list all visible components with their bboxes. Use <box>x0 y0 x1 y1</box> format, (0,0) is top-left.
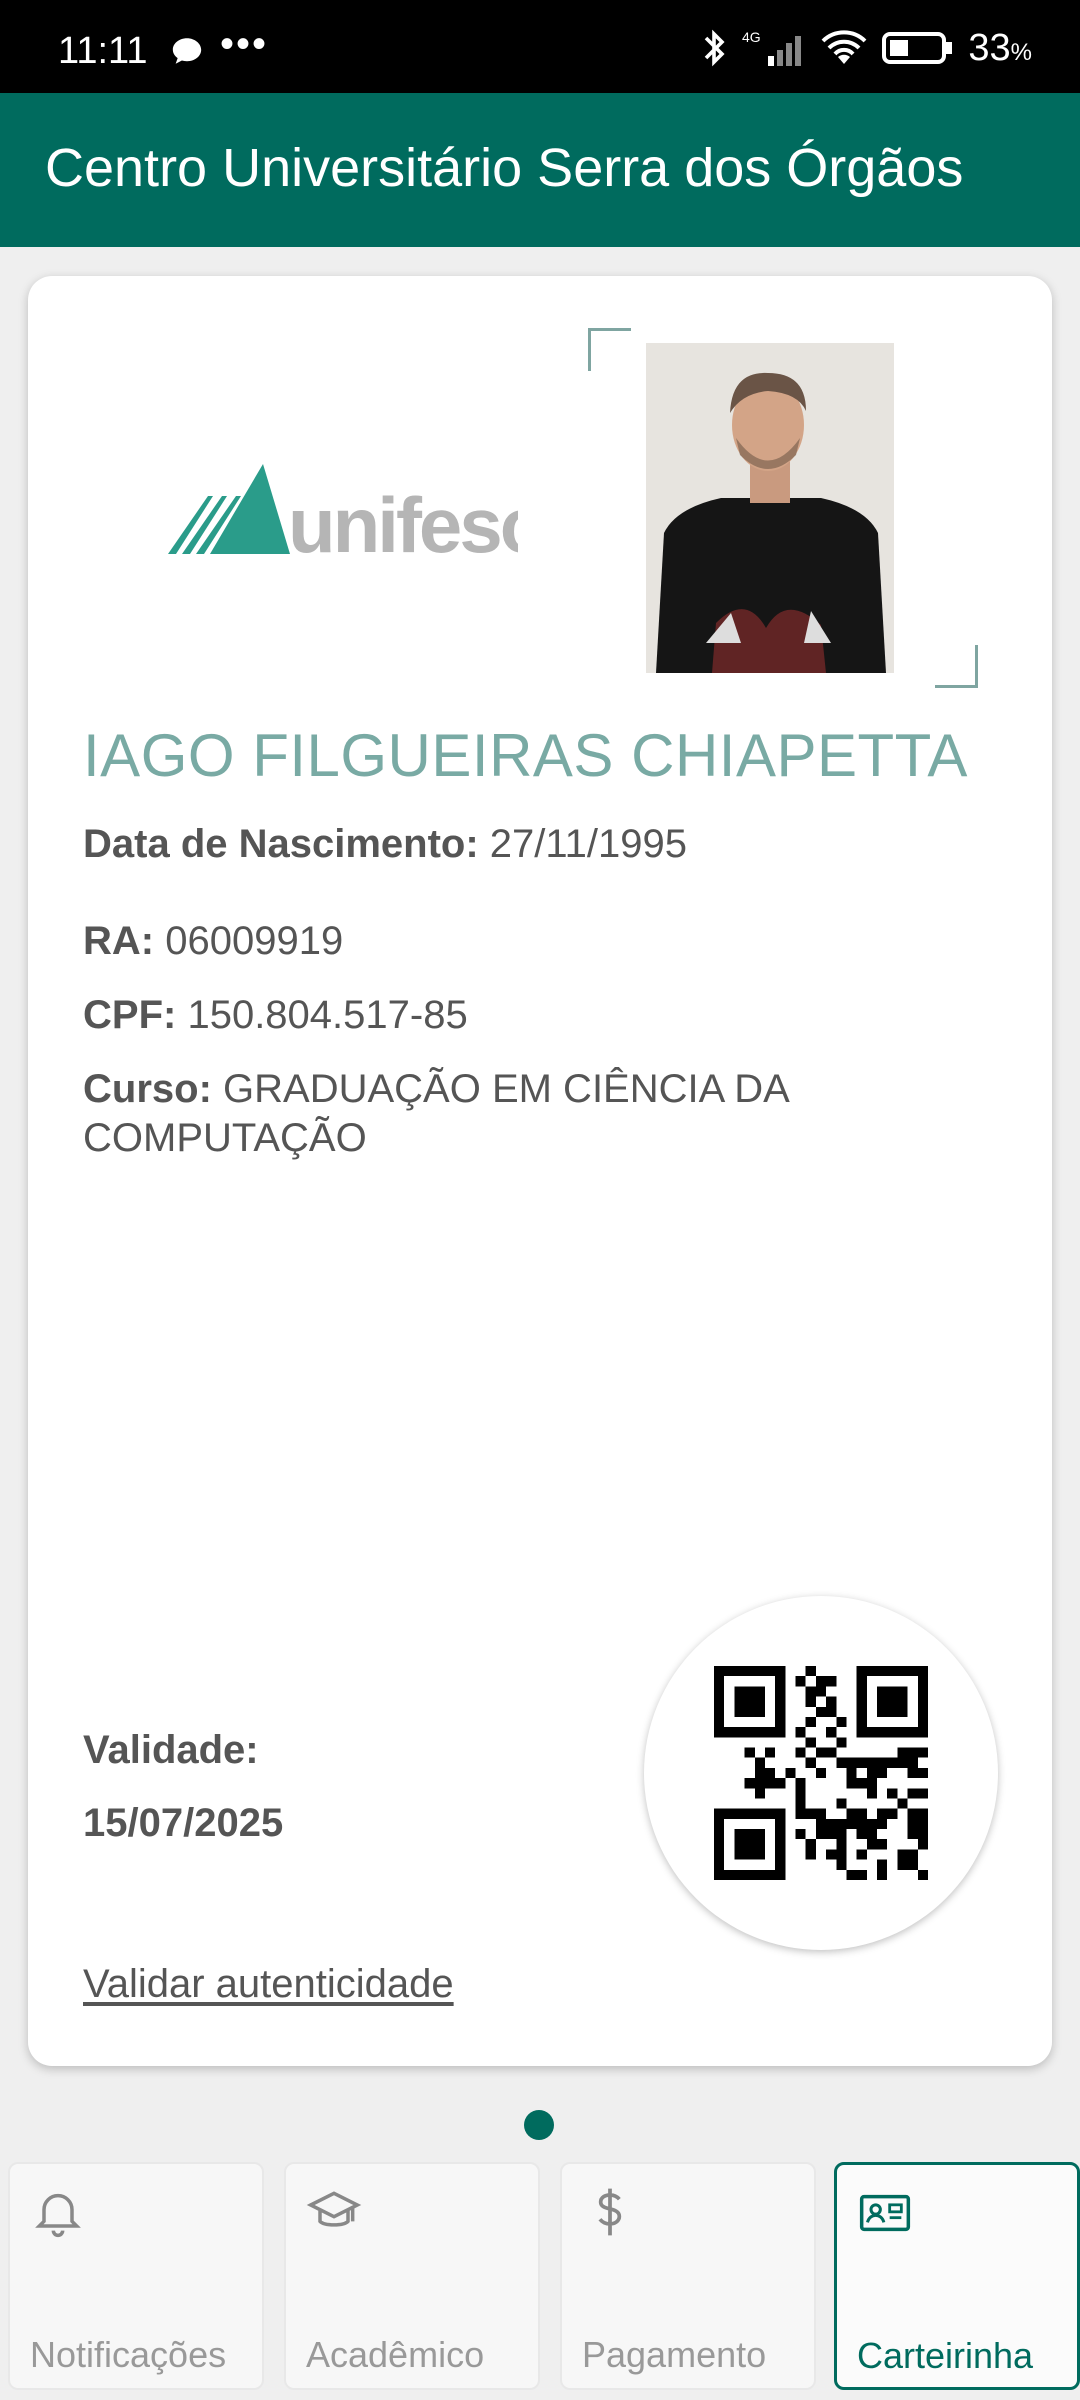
more-notifications-indicator: ••• <box>220 22 269 66</box>
qr-code-container[interactable] <box>644 1596 998 1950</box>
photo-frame <box>588 328 978 688</box>
tab-label: Pagamento <box>582 2334 767 2375</box>
page-indicator-dot <box>524 2110 554 2140</box>
svg-text:unifeso: unifeso <box>288 481 518 569</box>
status-time: 11:11 <box>58 30 148 72</box>
svg-text:4G: 4G <box>742 29 761 45</box>
battery-icon <box>882 32 953 64</box>
tab-notificacoes[interactable]: Notificações <box>8 2162 264 2390</box>
cpf-label: CPF: <box>83 993 177 1037</box>
course-field: Curso: GRADUAÇÃO EM CIÊNCIA DA COMPUTAÇÃ… <box>83 1065 843 1163</box>
tab-label: Notificações <box>30 2334 227 2375</box>
unifeso-logo: unifeso <box>168 464 518 569</box>
student-name: IAGO FILGUEIRAS CHIAPETTA <box>83 722 968 789</box>
tab-academico[interactable]: Acadêmico <box>284 2162 540 2390</box>
bell-icon <box>35 2193 81 2238</box>
qr-code <box>714 1666 928 1880</box>
cpf-value: 150.804.517-85 <box>187 993 468 1037</box>
ra-label: RA: <box>83 919 155 963</box>
student-id-card: unifeso IAGO FILGU <box>28 276 1052 2066</box>
student-photo <box>646 343 894 673</box>
id-card-icon <box>859 2194 911 2232</box>
tab-carteirinha[interactable]: Carteirinha <box>834 2162 1080 2390</box>
ra-field: RA: 06009919 <box>83 917 903 966</box>
frame-corner <box>935 645 978 688</box>
bluetooth-icon <box>705 29 725 67</box>
cellular-signal-icon: 4G <box>742 29 802 66</box>
validity-label: Validade: <box>83 1728 259 1772</box>
status-icons: 4G 33% <box>702 26 1032 70</box>
birth-date-field: Data de Nascimento: 27/11/1995 <box>83 820 903 869</box>
birth-date-label: Data de Nascimento: <box>83 822 479 866</box>
bottom-navigation: Notificações Acadêmico Pagamento Carteir… <box>0 2160 1080 2400</box>
validity-date: 15/07/2025 <box>83 1801 284 1845</box>
battery-percentage: 33% <box>968 26 1032 69</box>
birth-date-value: 27/11/1995 <box>489 822 688 866</box>
graduation-cap-icon <box>306 2191 362 2227</box>
cpf-field: CPF: 150.804.517-85 <box>83 991 903 1040</box>
validate-authenticity-link[interactable]: Validar autenticidade <box>83 1962 454 2007</box>
tab-label: Acadêmico <box>306 2334 485 2375</box>
status-bar: 11:11 ••• 4G 33% <box>0 0 1080 93</box>
page-title: Centro Universitário Serra dos Órgãos <box>45 138 964 198</box>
course-label: Curso: <box>83 1067 212 1111</box>
wifi-icon <box>821 30 867 64</box>
tab-label: Carteirinha <box>857 2335 1034 2376</box>
ra-value: 06009919 <box>165 919 344 963</box>
tab-pagamento[interactable]: Pagamento <box>560 2162 816 2390</box>
chat-notification-icon <box>172 38 202 64</box>
app-bar: Centro Universitário Serra dos Órgãos <box>0 93 1080 247</box>
dollar-icon <box>598 2188 622 2236</box>
frame-corner <box>588 328 631 371</box>
